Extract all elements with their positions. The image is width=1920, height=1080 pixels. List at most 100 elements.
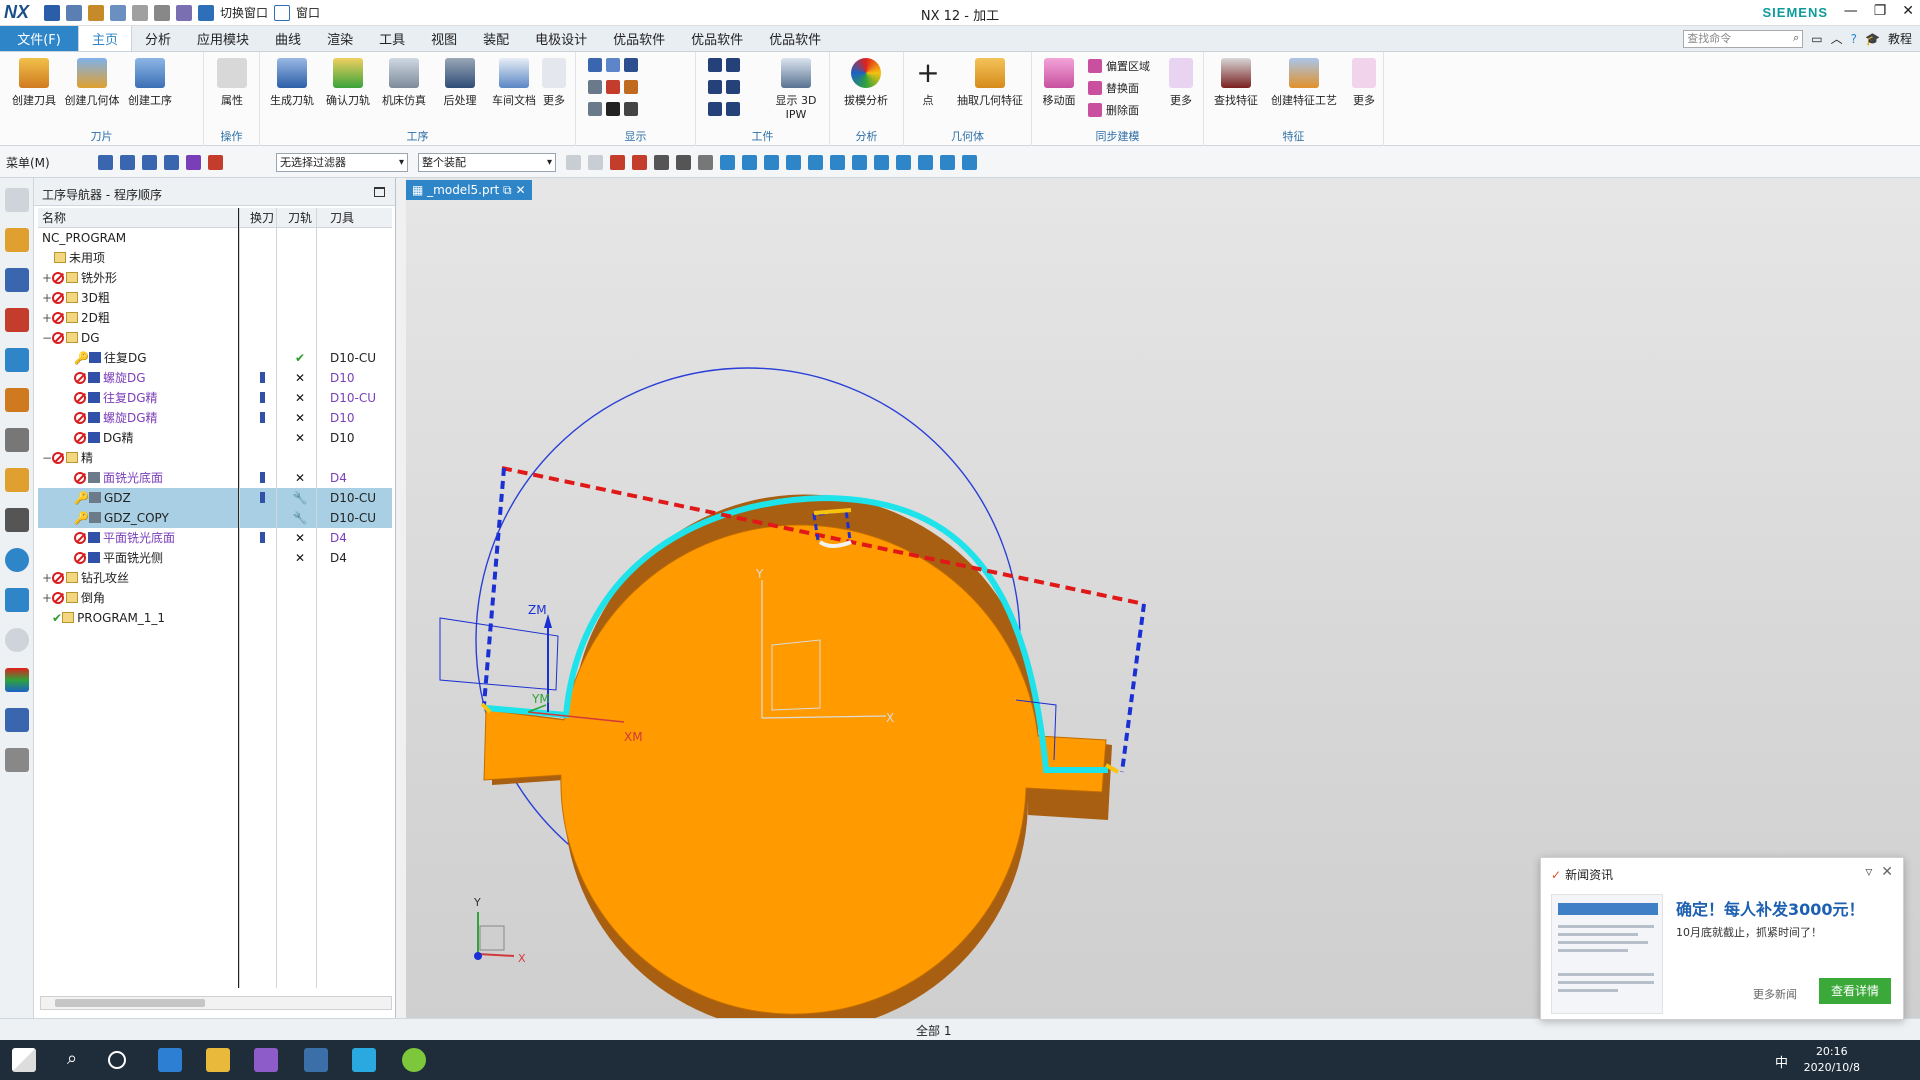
tree-row[interactable]: 🔑 GDZ 🔧 D10-CU bbox=[38, 488, 392, 508]
expand-icon[interactable]: + bbox=[42, 308, 52, 328]
close-icon[interactable]: ✕ bbox=[1902, 3, 1914, 19]
minimize-icon[interactable]: — bbox=[1844, 3, 1858, 19]
info-icon[interactable] bbox=[5, 548, 29, 572]
tree-row[interactable]: + 钻孔攻丝 bbox=[38, 568, 392, 588]
extract-geometry-button[interactable]: 抽取几何特征 bbox=[950, 58, 1030, 108]
snap-icon-2[interactable] bbox=[588, 155, 603, 170]
system-scenes-icon[interactable] bbox=[5, 748, 29, 772]
machine-view-icon[interactable] bbox=[120, 155, 135, 170]
method-view-icon[interactable] bbox=[164, 155, 179, 170]
replace-face-button[interactable]: 替换面 bbox=[1088, 80, 1139, 96]
expand-icon[interactable]: + bbox=[42, 588, 52, 608]
tab-applications[interactable]: 应用模块 bbox=[184, 26, 262, 51]
expand-icon[interactable]: + bbox=[42, 568, 52, 588]
col-header-tool[interactable]: 刀具 bbox=[330, 208, 354, 228]
snap-icon-19[interactable] bbox=[962, 155, 977, 170]
tree-row[interactable]: 往复DG精 ✕ D10-CU bbox=[38, 388, 392, 408]
tree-row[interactable]: 平面铣光底面 ✕ D4 bbox=[38, 528, 392, 548]
close-icon[interactable]: ✕ bbox=[1881, 864, 1893, 880]
operation-nav-icon[interactable] bbox=[5, 348, 29, 372]
show-3d-ipw-button[interactable]: 显示 3D IPW bbox=[764, 58, 828, 121]
tutorial-label[interactable]: 教程 bbox=[1888, 30, 1912, 47]
assembly-nav-icon[interactable] bbox=[5, 228, 29, 252]
task-view-icon[interactable] bbox=[108, 1051, 126, 1069]
col-header-name[interactable]: 名称 bbox=[42, 208, 66, 228]
menu-button[interactable]: 菜单(M) bbox=[6, 154, 50, 171]
nx-app-icon[interactable] bbox=[254, 1048, 278, 1072]
tab-youpin-2[interactable]: 优品软件 bbox=[678, 26, 756, 51]
program-order-icon[interactable] bbox=[98, 155, 113, 170]
tab-close-icon[interactable]: ✕ bbox=[515, 183, 525, 197]
workpiece-tool-1[interactable] bbox=[708, 58, 740, 72]
create-operation-button[interactable]: 创建工序 bbox=[122, 58, 178, 108]
create-tool-button[interactable]: 创建刀具 bbox=[6, 58, 62, 108]
tab-electrode[interactable]: 电极设计 bbox=[522, 26, 600, 51]
sync-more-button[interactable]: 更多 bbox=[1160, 58, 1202, 108]
feature-nav-icon[interactable] bbox=[5, 428, 29, 452]
calculator-icon[interactable] bbox=[304, 1048, 328, 1072]
tab-curve[interactable]: 曲线 bbox=[262, 26, 314, 51]
news-thumbnail[interactable] bbox=[1551, 894, 1663, 1014]
view-details-button[interactable]: 查看详情 bbox=[1819, 978, 1891, 1004]
tree-row[interactable]: 螺旋DG精 ✕ D10 bbox=[38, 408, 392, 428]
tree-row[interactable]: 未用项 bbox=[38, 248, 392, 268]
offset-region-button[interactable]: 偏置区域 bbox=[1088, 58, 1150, 74]
filter-icon-2[interactable] bbox=[208, 155, 223, 170]
snap-icon-4[interactable] bbox=[632, 155, 647, 170]
edge-browser-icon[interactable] bbox=[158, 1048, 182, 1072]
tree-row[interactable]: NC_PROGRAM bbox=[38, 228, 392, 248]
filter-icon[interactable]: ▿ bbox=[1865, 864, 1872, 880]
command-search-input[interactable]: 查找命令 bbox=[1683, 29, 1804, 48]
display-tool-1[interactable] bbox=[588, 58, 638, 72]
ribbon-collapse-icon[interactable]: ︿ bbox=[1831, 30, 1843, 47]
tree-row[interactable]: + 铣外形 bbox=[38, 268, 392, 288]
settings-gear-icon[interactable] bbox=[5, 188, 29, 212]
app-icon-cloud[interactable] bbox=[352, 1048, 376, 1072]
tutorial-icon[interactable]: 🎓 bbox=[1865, 32, 1880, 46]
display-tool-3[interactable] bbox=[588, 102, 638, 116]
tab-analysis[interactable]: 分析 bbox=[132, 26, 184, 51]
scrollbar-thumb[interactable] bbox=[55, 999, 205, 1007]
snap-icon-16[interactable] bbox=[896, 155, 911, 170]
snap-icon-17[interactable] bbox=[918, 155, 933, 170]
workpiece-tool-3[interactable] bbox=[708, 102, 740, 116]
reuse-library-icon[interactable] bbox=[5, 468, 29, 492]
clock[interactable]: 20:16 2020/10/8 bbox=[1804, 1044, 1860, 1076]
file-menu-button[interactable]: 文件(F) bbox=[0, 26, 78, 51]
news-headline[interactable]: 确定！每人补发3000元！ bbox=[1676, 896, 1865, 920]
type-filter-select[interactable]: 无选择过滤器 bbox=[276, 153, 408, 172]
ime-indicator[interactable]: 中 bbox=[1775, 1052, 1788, 1071]
create-geometry-button[interactable]: 创建几何体 bbox=[64, 58, 120, 108]
display-tool-2[interactable] bbox=[588, 80, 638, 94]
expand-icon[interactable]: + bbox=[42, 288, 52, 308]
snap-icon-5[interactable] bbox=[654, 155, 669, 170]
snap-icon-15[interactable] bbox=[874, 155, 889, 170]
filter-icon-1[interactable] bbox=[186, 155, 201, 170]
file-tab[interactable]: ▦ _model5.prt ⧉ ✕ bbox=[406, 180, 532, 200]
snap-icon-9[interactable] bbox=[742, 155, 757, 170]
move-face-button[interactable]: 移动面 bbox=[1034, 58, 1084, 108]
snap-icon-18[interactable] bbox=[940, 155, 955, 170]
tree-row[interactable]: − DG bbox=[38, 328, 392, 348]
snap-icon-3[interactable] bbox=[610, 155, 625, 170]
snap-icon-1[interactable] bbox=[566, 155, 581, 170]
geometry-view-icon[interactable] bbox=[142, 155, 157, 170]
part-nav-icon[interactable] bbox=[5, 308, 29, 332]
tree-row[interactable]: +2D粗 bbox=[38, 308, 392, 328]
clock-icon[interactable] bbox=[5, 628, 29, 652]
palette-icon[interactable] bbox=[5, 668, 29, 692]
app-icon-green[interactable] bbox=[402, 1048, 426, 1072]
attribute-button[interactable]: 属性 bbox=[204, 58, 260, 108]
col-header-swap[interactable]: 换刀 bbox=[244, 208, 280, 228]
generate-path-button[interactable]: 生成刀轨 bbox=[264, 58, 320, 108]
tree-row[interactable]: 螺旋DG ✕ D10 bbox=[38, 368, 392, 388]
maximize-icon[interactable] bbox=[374, 187, 385, 197]
process-more-button[interactable]: 更多 bbox=[534, 58, 574, 108]
tree-row[interactable]: + 倒角 bbox=[38, 588, 392, 608]
tab-float-icon[interactable]: ⧉ bbox=[499, 183, 515, 197]
machine-sim-button[interactable]: 机床仿真 bbox=[376, 58, 432, 108]
tab-youpin-1[interactable]: 优品软件 bbox=[600, 26, 678, 51]
web-browser-icon[interactable] bbox=[5, 508, 29, 532]
search-icon[interactable]: ⌕ bbox=[60, 1048, 84, 1072]
tree-row[interactable]: 平面铣光侧 ✕ D4 bbox=[38, 548, 392, 568]
